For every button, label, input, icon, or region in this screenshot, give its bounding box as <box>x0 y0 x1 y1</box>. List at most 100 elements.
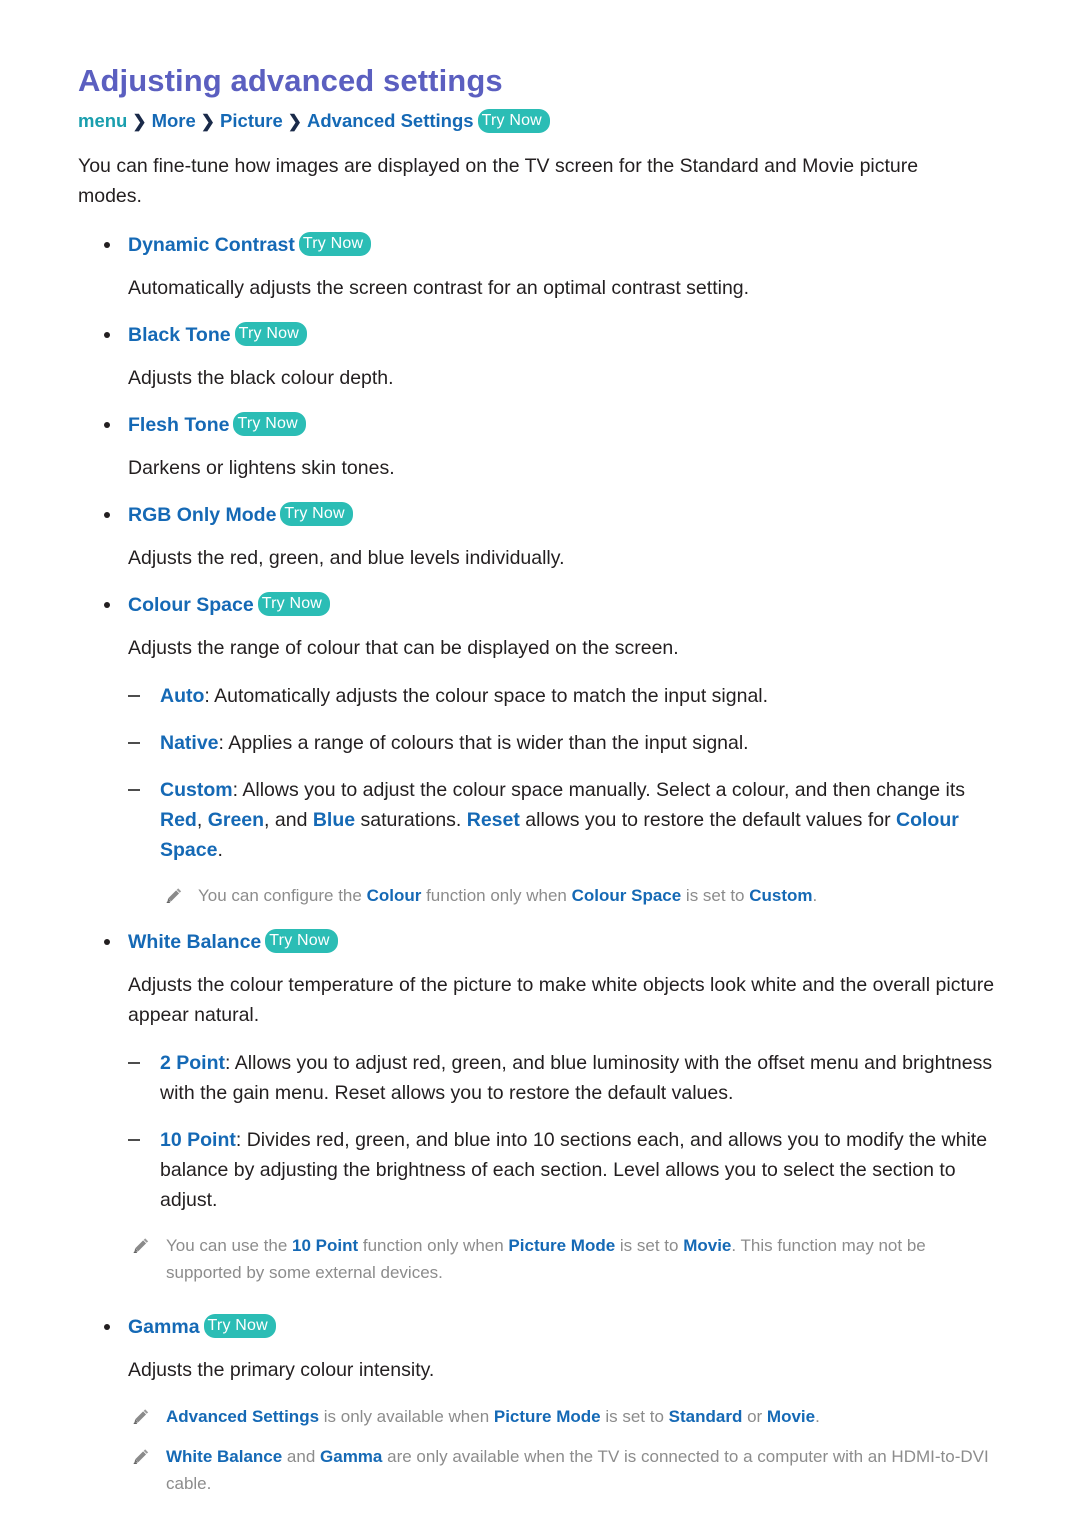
note-text-1: You can configure the <box>198 885 367 905</box>
list-item-black-tone: Black Tone Try Now <box>78 321 1002 349</box>
sub-item-text-6: . <box>217 838 223 861</box>
keyword-colour: Colour <box>366 885 422 905</box>
setting-label: White Balance <box>128 930 262 953</box>
note-white-balance-gamma: White Balance and Gamma are only availab… <box>78 1443 1002 1497</box>
dash-icon <box>128 1061 140 1064</box>
setting-description: Adjusts the black colour depth. <box>128 366 394 389</box>
breadcrumb-item-more[interactable]: More <box>152 110 196 131</box>
page-title: Adjusting advanced settings <box>78 63 503 98</box>
setting-label: Colour Space <box>128 593 254 616</box>
sub-item-term: Auto <box>160 684 205 707</box>
setting-description: Adjusts the primary colour intensity. <box>128 1358 435 1381</box>
list-item-rgb-only-mode: RGB Only Mode Try Now <box>78 501 1002 529</box>
sub-item-text: : Allows you to adjust red, green, and b… <box>160 1051 993 1104</box>
keyword-10-point: 10 Point <box>292 1235 359 1255</box>
sub-item-text: : Applies a range of colours that is wid… <box>218 731 749 754</box>
keyword-red: Red <box>160 808 197 831</box>
keyword-green: Green <box>207 808 265 831</box>
sub-item-text-4: saturations. <box>355 808 467 831</box>
bullet-dot-icon <box>104 511 110 518</box>
chevron-right-icon: ❯ <box>132 112 147 132</box>
dash-icon <box>128 1138 140 1141</box>
sub-item-text-1: : Allows you to adjust the colour space … <box>232 778 966 801</box>
keyword-white-balance: White Balance <box>166 1446 283 1466</box>
note-text-1: You can use the <box>166 1235 293 1255</box>
dash-icon <box>128 741 140 744</box>
note-text-1: is only available when <box>319 1406 494 1426</box>
try-now-badge[interactable]: Try Now <box>265 928 338 953</box>
list-item-flesh-tone: Flesh Tone Try Now <box>78 411 1002 439</box>
keyword-picture-mode: Picture Mode <box>493 1406 601 1426</box>
breadcrumb-root[interactable]: menu <box>78 110 127 131</box>
bullet-dot-icon <box>104 938 110 945</box>
note-text-3: is set to <box>681 885 750 905</box>
chevron-right-icon: ❯ <box>200 112 216 132</box>
note-text-2: is set to <box>600 1406 669 1426</box>
list-item-colour-space: Colour Space Try Now <box>78 591 1002 619</box>
chevron-right-icon: ❯ <box>287 112 303 132</box>
keyword-advanced-settings: Advanced Settings <box>166 1406 320 1426</box>
keyword-custom: Custom <box>749 885 813 905</box>
sub-item-term: 10 Point <box>160 1128 236 1151</box>
setting-label: RGB Only Mode <box>128 503 277 526</box>
list-item-white-balance: White Balance Try Now <box>78 928 1002 956</box>
try-now-badge[interactable]: Try Now <box>203 1313 276 1338</box>
bullet-dot-icon <box>104 331 110 338</box>
setting-label: Flesh Tone <box>128 413 230 436</box>
note-text-1: and <box>282 1446 321 1466</box>
setting-description: Adjusts the red, green, and blue levels … <box>128 546 565 569</box>
dash-icon <box>128 694 140 697</box>
dash-icon <box>128 788 140 791</box>
try-now-badge[interactable]: Try Now <box>298 231 372 256</box>
sub-item-2-point: 2 Point: Allows you to adjust red, green… <box>78 1048 1002 1108</box>
try-now-badge[interactable]: Try Now <box>257 591 331 616</box>
setting-description: Automatically adjusts the screen contras… <box>128 276 750 299</box>
bullet-dot-icon <box>104 601 110 608</box>
setting-label: Gamma <box>128 1315 200 1338</box>
list-item-dynamic-contrast: Dynamic Contrast Try Now <box>78 231 1002 259</box>
keyword-standard: Standard <box>668 1406 743 1426</box>
keyword-picture-mode: Picture Mode <box>508 1235 616 1255</box>
setting-label: Dynamic Contrast <box>128 233 295 256</box>
try-now-badge[interactable]: Try Now <box>477 109 550 134</box>
sub-item-text-5: allows you to restore the default values… <box>519 808 896 831</box>
sub-item-term: Custom <box>160 778 233 801</box>
setting-description: Adjusts the range of colour that can be … <box>128 636 679 659</box>
keyword-blue: Blue <box>312 808 356 831</box>
pencil-icon <box>166 888 182 903</box>
document-page: Adjusting advanced settings menu ❯ More ❯ Pi… <box>0 0 1080 1527</box>
setting-description: Adjusts the colour temperature of the pi… <box>128 973 995 1026</box>
sub-item-text-2: , <box>196 808 208 831</box>
setting-label: Black Tone <box>128 323 231 346</box>
note-text-4: . <box>815 1406 820 1426</box>
sub-item-auto: Auto: Automatically adjusts the colour s… <box>78 681 1002 711</box>
keyword-movie: Movie <box>766 1406 816 1426</box>
sub-item-custom: Custom: Allows you to adjust the colour … <box>78 775 1002 865</box>
keyword-colour-space: Colour Space <box>571 885 682 905</box>
pencil-icon <box>133 1238 149 1253</box>
sub-item-text-3: , and <box>264 808 313 831</box>
bullet-dot-icon <box>104 241 110 248</box>
note-text-4: . <box>812 885 818 905</box>
try-now-badge[interactable]: Try Now <box>280 501 353 526</box>
sub-item-native: Native: Applies a range of colours that … <box>78 728 1002 758</box>
sub-item-term: Native <box>160 731 219 754</box>
note-colour-space: You can configure the Colour function on… <box>78 882 1002 909</box>
try-now-badge[interactable]: Try Now <box>234 321 307 346</box>
note-advanced-settings: Advanced Settings is only available when… <box>78 1403 1002 1430</box>
note-text-3: or <box>742 1406 767 1426</box>
bullet-dot-icon <box>104 1323 110 1330</box>
try-now-badge[interactable]: Try Now <box>233 411 306 436</box>
pencil-icon <box>133 1409 149 1424</box>
keyword-movie: Movie <box>683 1235 732 1255</box>
breadcrumb-item-picture[interactable]: Picture <box>220 110 283 131</box>
sub-item-term: 2 Point <box>160 1051 226 1074</box>
note-text-3: is set to <box>615 1235 684 1255</box>
setting-description: Darkens or lightens skin tones. <box>128 456 395 479</box>
note-ten-point: You can use the 10 Point function only w… <box>78 1232 1002 1286</box>
breadcrumb-item-advanced-settings[interactable]: Advanced Settings <box>307 110 474 131</box>
keyword-reset: Reset <box>466 808 520 831</box>
intro-paragraph: You can fine-tune how images are display… <box>78 154 919 207</box>
sub-item-10-point: 10 Point: Divides red, green, and blue i… <box>78 1125 1002 1215</box>
